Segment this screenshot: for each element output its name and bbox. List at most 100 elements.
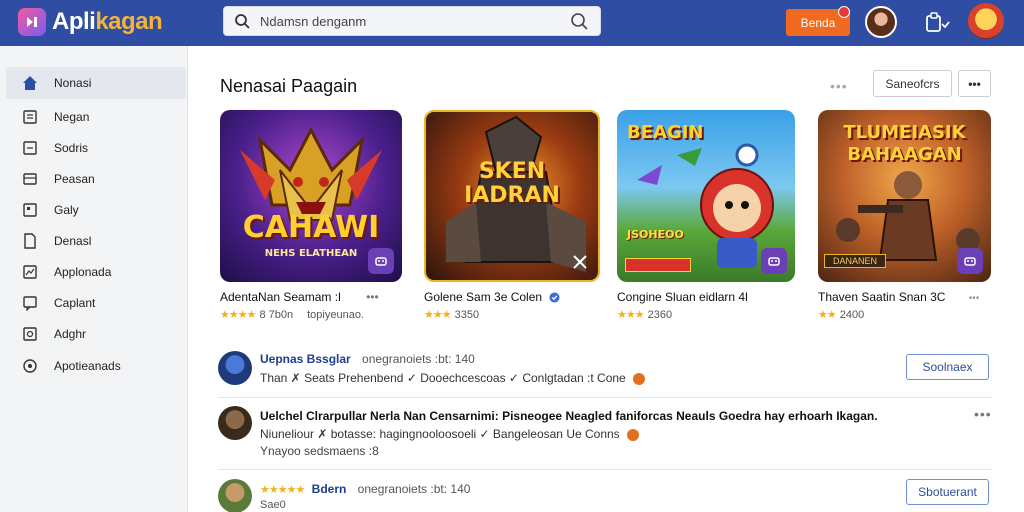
- row-subtitle: Niuneliour ✗ botasse: hagingnooloosoeli …: [260, 427, 640, 441]
- app-title-main: Apli: [52, 8, 96, 35]
- sidebar-item-label: Apotieanads: [54, 359, 121, 373]
- rating-count: 3350: [454, 308, 480, 321]
- sidebar-item-peasan[interactable]: Peasan: [6, 163, 186, 195]
- row-action-button[interactable]: Soolnaex: [906, 354, 989, 380]
- app-title-accent: kagan: [95, 8, 163, 35]
- divider: [218, 469, 992, 470]
- game-card-image[interactable]: SKEN IADRAN: [424, 110, 600, 282]
- coin-icon: [627, 428, 640, 441]
- row-avatar: [218, 406, 252, 440]
- list-item[interactable]: Uelchel Clrarpullar Nerla Nan Censarnimi…: [218, 406, 992, 462]
- row-more-icon[interactable]: •••: [974, 406, 992, 422]
- game-card-title: Golene Sam 3e Colen: [424, 290, 543, 304]
- search-input[interactable]: Ndamsn denganm: [260, 14, 570, 29]
- rating-stars: ★★★: [617, 309, 645, 321]
- sidebar: Nonasi Negan Sodris Peasan Galy Denasl A…: [0, 46, 188, 512]
- search-bar[interactable]: Ndamsn denganm: [223, 6, 601, 36]
- list-icon: [23, 141, 37, 155]
- row-action-button[interactable]: Sbotuerant: [906, 479, 989, 505]
- list-item[interactable]: Uepnas Bssglar onegranoiets :bt: 140 Tha…: [218, 350, 992, 390]
- game-card-name: Congine Sluan eidlarn 4l: [617, 290, 748, 304]
- chart-icon: [23, 265, 37, 279]
- sidebar-item-negan[interactable]: Negan: [6, 101, 186, 133]
- sidebar-item-applonada[interactable]: Applonada: [6, 256, 186, 288]
- game-card-meta: ★★★ 2360: [617, 308, 795, 322]
- controller-icon: [964, 257, 976, 266]
- game-card-name: Golene Sam 3e Colen: [424, 290, 600, 304]
- gallery-icon: [23, 203, 37, 217]
- search-submit-icon[interactable]: [570, 12, 588, 30]
- row-subtitle-2: Ynayoo sedsmaens :8: [260, 444, 379, 458]
- game-card-title: Thaven Saatin Snan 3C: [818, 290, 946, 304]
- rating-stars: ★★★★: [220, 309, 256, 321]
- game-card-art-banner: [625, 258, 691, 272]
- coin-icon: [633, 372, 646, 385]
- page-title: Nenasai Paagain: [220, 76, 358, 96]
- sidebar-item-label: Galy: [54, 203, 79, 217]
- game-card-image[interactable]: TLUMEIASIK BAHAAGAN DANANEN: [818, 110, 991, 282]
- game-card-badge[interactable]: [368, 248, 394, 274]
- sidebar-item-adghr[interactable]: Adghr: [6, 318, 186, 350]
- game-card-image[interactable]: BEAGIN JSOHEOO: [617, 110, 795, 282]
- file-icon: [24, 233, 36, 249]
- tools-icon[interactable]: [572, 254, 588, 270]
- game-card[interactable]: SKEN IADRAN Golene Sam 3e Colen ★★★ 3350: [424, 110, 600, 321]
- sidebar-item-label: Nonasi: [54, 76, 92, 90]
- game-card-menu[interactable]: •••: [969, 293, 980, 304]
- sidebar-item-label: Sodris: [54, 141, 89, 155]
- game-card-title: AdentaNan Seamam :l: [220, 290, 341, 304]
- game-card[interactable]: TLUMEIASIK BAHAAGAN DANANEN Thaven Saati…: [818, 110, 991, 321]
- game-card-badge[interactable]: [761, 248, 787, 274]
- panel-icon: [23, 173, 37, 185]
- verified-icon: [549, 292, 560, 303]
- row-title-line: ★★★★★ Bdern onegranoiets :bt: 140: [260, 482, 470, 496]
- sort-button[interactable]: Saneofcrs: [873, 70, 952, 97]
- faint-more-icon[interactable]: •••: [830, 78, 848, 94]
- row-meta: onegranoiets :bt: 140: [362, 352, 475, 366]
- row-subtitle: Sae0: [260, 499, 286, 511]
- game-card-meta: ★★★★ 8 7b0n topiyeunao.: [220, 308, 402, 322]
- sidebar-item-sodris[interactable]: Sodris: [6, 132, 186, 164]
- game-card-art-title: CAHAWI: [242, 210, 380, 245]
- sidebar-item-label: Negan: [54, 110, 90, 124]
- row-title[interactable]: Bdern: [312, 482, 347, 496]
- rating-stars: ★★★★★: [260, 484, 305, 496]
- game-card[interactable]: CAHAWI NEHS ELATHEAN AdentaNan Seamam :l…: [220, 110, 402, 321]
- search-icon: [235, 14, 250, 29]
- game-card-art-banner: DANANEN: [824, 254, 886, 268]
- document-icon: [23, 110, 37, 124]
- game-card-menu[interactable]: •••: [366, 290, 379, 304]
- apps-icon: [23, 359, 37, 373]
- sidebar-item-label: Caplant: [54, 296, 96, 310]
- inbox-icon[interactable]: [924, 12, 950, 34]
- row-subtitle-text: Than ✗ Seats Prehenbend ✓ Dooechcescoas …: [260, 371, 626, 385]
- chat-icon: [23, 296, 37, 311]
- notification-badge: [838, 6, 850, 18]
- sidebar-item-caplant[interactable]: Caplant: [6, 287, 186, 319]
- row-title-line: Uepnas Bssglar onegranoiets :bt: 140: [260, 352, 475, 366]
- game-card-badge[interactable]: [957, 248, 983, 274]
- user-avatar[interactable]: [865, 6, 897, 38]
- mascot-avatar[interactable]: [968, 3, 1004, 39]
- game-card-art-title: SKEN IADRAN: [464, 159, 560, 208]
- row-subtitle-text: Niuneliour ✗ botasse: hagingnooloosoeli …: [260, 427, 620, 441]
- row-title[interactable]: Uepnas Bssglar: [260, 352, 351, 366]
- more-options-button[interactable]: •••: [958, 70, 991, 97]
- sidebar-item-galy[interactable]: Galy: [6, 194, 186, 226]
- list-item[interactable]: ★★★★★ Bdern onegranoiets :bt: 140 Sae0 S…: [218, 478, 992, 512]
- app-logo[interactable]: Aplikagan: [18, 8, 163, 36]
- game-card-art-title: TLUMEIASIK BAHAAGAN: [843, 122, 966, 165]
- sidebar-item-label: Applonada: [54, 265, 112, 279]
- game-card-art-subtitle: JSOHEOO: [627, 228, 684, 241]
- game-card[interactable]: BEAGIN JSOHEOO Congine Sluan eidlarn 4l …: [617, 110, 795, 321]
- sidebar-item-home[interactable]: Nonasi: [6, 67, 186, 99]
- sidebar-item-denasl[interactable]: Denasl: [6, 225, 186, 257]
- row-meta: onegranoiets :bt: 140: [357, 482, 471, 496]
- game-card-image[interactable]: CAHAWI NEHS ELATHEAN: [220, 110, 402, 282]
- game-card-name: Thaven Saatin Snan 3C •••: [818, 290, 991, 304]
- row-title[interactable]: Uelchel Clrarpullar Nerla Nan Censarnimi…: [260, 409, 878, 423]
- sidebar-item-apotieanads[interactable]: Apotieanads: [6, 350, 186, 382]
- rating-count: 2400: [839, 308, 865, 321]
- rating-count: 2360: [647, 308, 673, 321]
- top-bar: Aplikagan Ndamsn denganm Benda: [0, 0, 1024, 46]
